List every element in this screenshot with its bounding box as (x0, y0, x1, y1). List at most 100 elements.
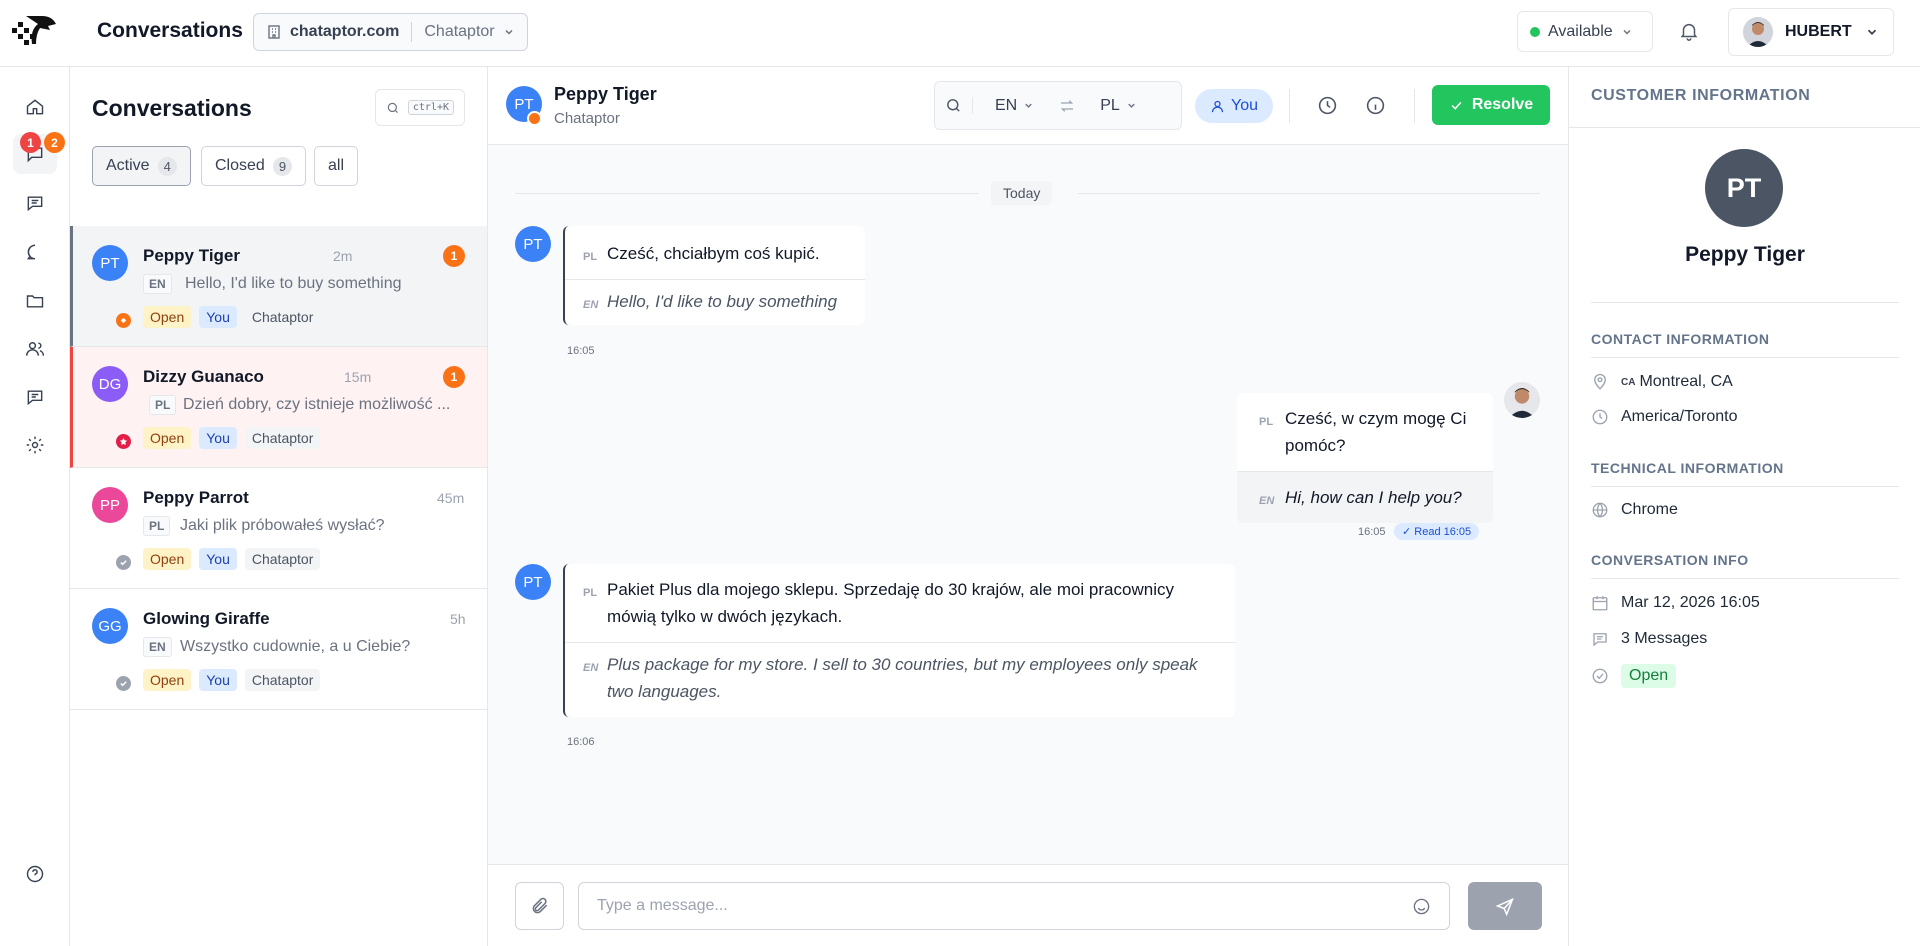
incoming-message: PL Cześć, chciałbym coś kupić. EN Hello,… (563, 226, 865, 325)
filter-count: 9 (272, 156, 293, 176)
location-row: CA Montreal, CA (1591, 373, 1733, 391)
timezone-text: America/Toronto (1621, 408, 1738, 425)
folder-icon[interactable] (13, 281, 57, 321)
read-label: Read (1414, 526, 1441, 538)
org-tag: Chataptor (244, 669, 321, 691)
availability-dropdown[interactable]: Available (1517, 11, 1653, 52)
country-code: CA (1621, 376, 1636, 388)
contact-org: Chataptor (554, 110, 620, 127)
target-language-dropdown[interactable]: PL (1100, 97, 1137, 115)
created-row: Mar 12, 2026 16:05 (1591, 594, 1760, 612)
org-tag: Chataptor (244, 427, 321, 449)
user-menu[interactable]: HUBERT (1728, 8, 1894, 56)
filter-closed[interactable]: Closed 9 (201, 146, 307, 186)
status-dot (1530, 26, 1540, 37)
resolve-button[interactable]: Resolve (1432, 85, 1550, 125)
check-icon: ✓ (1402, 526, 1412, 538)
chat-message-icon[interactable] (13, 183, 57, 223)
assignee-button[interactable]: You (1195, 89, 1273, 123)
emoji-icon[interactable] (1412, 897, 1431, 916)
star-icon (116, 434, 131, 449)
globe-icon (1592, 502, 1608, 518)
translation-language-tag: EN (583, 662, 599, 674)
filter-count: 4 (157, 156, 177, 176)
search-shortcut: ctrl+K (407, 100, 454, 115)
users-icon[interactable] (13, 329, 57, 369)
assignee-tag: You (199, 306, 237, 328)
conversation-section-header: CONVERSATION INFO (1591, 552, 1749, 568)
created-text: Mar 12, 2026 16:05 (1621, 594, 1760, 611)
customer-name: Peppy Tiger (1685, 243, 1805, 266)
source-language-dropdown[interactable]: EN (995, 97, 1034, 115)
assignee-tag: You (199, 669, 237, 691)
info-icon[interactable] (1365, 95, 1386, 116)
filter-all[interactable]: all (314, 146, 359, 186)
workspace-selector[interactable]: chataptor.com Chataptor (253, 13, 528, 51)
unread-badge-red: 1 (20, 132, 41, 153)
messages-row: 3 Messages (1591, 630, 1707, 648)
source-language-label: EN (995, 96, 1018, 114)
gear-icon[interactable] (13, 425, 57, 465)
unread-badge-orange: 2 (44, 132, 65, 153)
message-time: 16:05 (1358, 526, 1386, 538)
message-time: 16:06 (567, 736, 595, 748)
filter-label: Closed (215, 157, 265, 174)
building-icon (268, 25, 280, 39)
conversation-item[interactable]: PT Peppy Tiger 2m 1 EN Hello, I'd like t… (70, 226, 487, 347)
chevron-down-icon (1025, 103, 1032, 108)
filter-active[interactable]: Active 4 (92, 146, 191, 186)
message-composer (488, 864, 1568, 946)
bell-icon[interactable] (1678, 20, 1700, 42)
comment-icon[interactable] (13, 377, 57, 417)
contact-avatar: DG (92, 366, 128, 402)
info-panel-title: CUSTOMER INFORMATION (1591, 87, 1811, 104)
clock-icon[interactable] (1317, 95, 1338, 116)
help-icon[interactable] (13, 854, 57, 894)
list-title: Conversations (92, 95, 252, 121)
search-button[interactable]: ctrl+K (375, 89, 465, 126)
send-icon (1495, 897, 1514, 916)
contact-avatar: PT (92, 245, 128, 281)
message-input[interactable] (578, 882, 1450, 930)
divider (1591, 302, 1899, 303)
location-text: Montreal, CA (1639, 373, 1733, 390)
chat-panel: PT Peppy Tiger Chataptor EN PL You Resol… (488, 67, 1568, 946)
message-preview: Hello, I'd like to buy something (185, 275, 402, 292)
contact-name: Peppy Parrot (143, 488, 249, 507)
read-time: 16:05 (1443, 526, 1472, 538)
date-divider-line (515, 193, 979, 194)
outgoing-message: PL Cześć, w czym mogę Ci pomóc? EN Hi, h… (1237, 393, 1493, 523)
availability-label: Available (1548, 22, 1613, 40)
check-icon (1451, 101, 1462, 110)
translated-text: Hello, I'd like to buy something (607, 292, 838, 311)
clock-icon (1592, 409, 1608, 425)
status-badge: Open (1621, 664, 1677, 688)
user-icon (1211, 100, 1224, 112)
chevron-down-icon (1128, 103, 1135, 108)
message-icon (1593, 633, 1607, 647)
translation-language-tag: EN (583, 299, 599, 311)
message-preview: Wszystko cudownie, a u Ciebie? (180, 638, 411, 655)
swap-languages-icon[interactable] (1058, 97, 1076, 115)
divider (1289, 89, 1290, 123)
home-icon[interactable] (13, 87, 57, 127)
paperclip-icon[interactable] (515, 882, 564, 930)
chat-bubble-icon[interactable] (13, 232, 57, 272)
map-pin-icon (1594, 373, 1606, 390)
chataptor-logo[interactable] (12, 14, 58, 48)
conversation-item[interactable]: GG Glowing Giraffe 5h EN Wszystko cudown… (70, 589, 487, 710)
conversation-item[interactable]: DG Dizzy Guanaco 15m 1 PL Dzień dobry, c… (70, 347, 487, 468)
source-icon (116, 313, 131, 328)
translated-text: Hi, how can I help you? (1285, 488, 1462, 507)
conversations-nav-icon[interactable]: 1 2 (13, 132, 65, 174)
divider (1414, 89, 1415, 123)
tag-group: Open You Chataptor (143, 427, 321, 449)
language-badge: EN (143, 274, 172, 294)
search-icon[interactable] (945, 97, 973, 114)
send-button[interactable] (1468, 882, 1542, 930)
conversation-item[interactable]: PP Peppy Parrot 45m PL Jaki plik próbowa… (70, 468, 487, 589)
filter-label: all (328, 157, 345, 174)
original-text: Cześć, chciałbym coś kupić. (607, 244, 820, 263)
target-language-label: PL (1100, 96, 1120, 114)
translation-toolbar: EN PL (934, 81, 1182, 130)
